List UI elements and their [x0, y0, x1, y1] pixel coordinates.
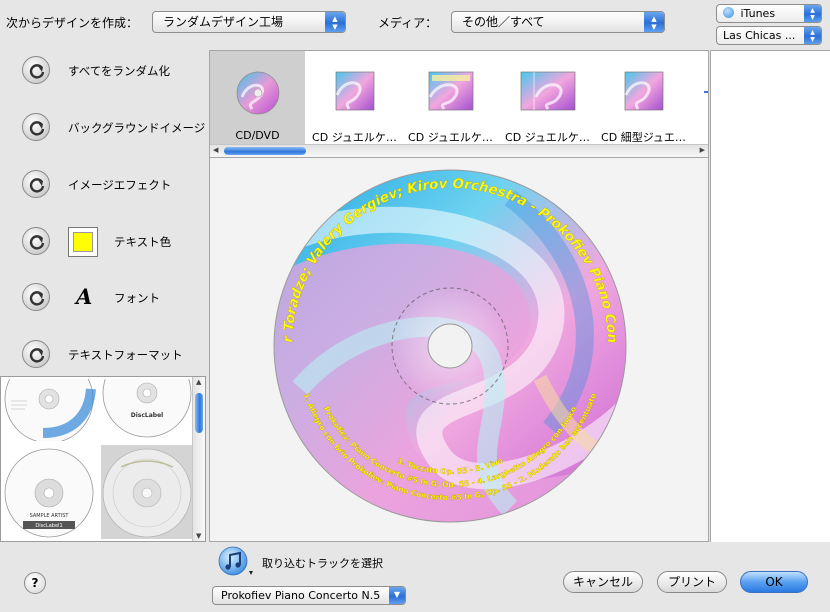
jewel-case-thumbnail-icon: [335, 71, 374, 111]
gallery-item-selected[interactable]: [101, 445, 193, 539]
media-value: その他／すべて: [462, 15, 545, 29]
disc-center-hole: [427, 323, 473, 369]
option-label: バックグラウンドイメージ: [68, 121, 206, 135]
print-button[interactable]: プリント: [657, 571, 727, 593]
playlist-value: Las Chicas ...: [723, 29, 796, 42]
media-label: メディア：: [378, 16, 438, 30]
template-cd-dvd[interactable]: CD/DVD: [210, 51, 305, 146]
refresh-icon: [29, 348, 45, 363]
design-source-value: ランダムデザイン工場: [163, 15, 284, 29]
option-label: テキストフォーマット: [68, 348, 183, 362]
track-select[interactable]: Prokofiev Piano Concerto N.5 ▼: [212, 586, 406, 605]
overflow-indicator: [704, 91, 708, 93]
chevron-down-icon: ▼: [389, 587, 405, 604]
template-caption: CD ジュエルケ…: [505, 131, 590, 144]
template-caption: CD ジュエルケ…: [408, 131, 493, 144]
slim-case-thumbnail-icon: [624, 71, 663, 111]
template-jewel-case-3[interactable]: CD ジュエルケ…: [500, 51, 595, 146]
gallery-disc-thumbnail-icon: SAMPLE ARTIST DiscLabel1: [4, 448, 94, 538]
color-well-fill: [73, 232, 93, 252]
itunes-icon: [723, 7, 734, 18]
refresh-icon: [29, 121, 45, 136]
refresh-icon: [29, 235, 45, 250]
disc-preview[interactable]: Alexander Toradze; Valery Gergiev; Kirov…: [204, 146, 710, 542]
scroll-down-icon[interactable]: ▼: [196, 532, 201, 540]
select-arrows-icon: ▲ ▼: [804, 5, 821, 22]
select-arrows-icon: ▲ ▼: [804, 27, 821, 44]
refresh-icon: [29, 291, 45, 306]
track-list-panel[interactable]: [710, 50, 830, 542]
import-tracks-button[interactable]: [216, 545, 258, 579]
jewel-case-thumbnail-icon: [520, 71, 575, 111]
cancel-button[interactable]: キャンセル: [563, 571, 643, 593]
design-gallery: DiscLabel SAMPLE ARTIST DiscLabel1 ▲ ▼: [0, 376, 206, 542]
text-color-swatch[interactable]: [68, 227, 98, 257]
gallery-item[interactable]: DiscLabel: [101, 379, 193, 441]
template-jewel-case-2[interactable]: CD ジュエルケ…: [403, 51, 498, 146]
gallery-item-caption: SAMPLE ARTIST: [30, 513, 70, 519]
template-caption: CD ジュエルケ…: [312, 131, 397, 144]
playlist-select[interactable]: Las Chicas ... ▲ ▼: [716, 26, 822, 45]
import-tracks-label: 取り込むトラックを選択: [262, 557, 383, 570]
gallery-disc-thumbnail-icon: DiscLabel: [102, 379, 192, 438]
option-label: イメージエフェクト: [68, 178, 172, 192]
itunes-note-icon: [218, 546, 253, 576]
template-caption: CD/DVD: [235, 129, 280, 142]
track-select-value: Prokofiev Piano Concerto N.5: [221, 589, 381, 602]
font-glyph-icon[interactable]: A: [76, 284, 92, 309]
scroll-thumb[interactable]: [224, 147, 306, 155]
gallery-item-caption: DiscLabel1: [35, 523, 62, 529]
disc-thumbnail-icon: [236, 71, 279, 115]
scroll-up-icon[interactable]: ▲: [196, 378, 201, 386]
refresh-icon: [29, 178, 45, 193]
design-source-select[interactable]: ランダムデザイン工場 ▲ ▼: [152, 11, 346, 33]
option-label: すべてをランダム化: [68, 64, 171, 78]
refresh-icon: [29, 64, 45, 79]
scroll-thumb[interactable]: [195, 393, 203, 433]
option-label: フォント: [114, 291, 160, 305]
refresh-button[interactable]: [22, 283, 50, 311]
scroll-right-icon[interactable]: ▶: [700, 146, 705, 154]
template-scrollbar[interactable]: ◀ ▶: [210, 144, 708, 157]
template-strip: CD/DVD CD ジュエルケ… CD ジュエルケ… CD ジュエルケ… CD …: [209, 50, 709, 158]
source-value: iTunes: [740, 7, 776, 20]
source-select[interactable]: iTunes ▲ ▼: [716, 4, 822, 23]
media-select[interactable]: その他／すべて ▲ ▼: [451, 11, 665, 33]
scroll-left-icon[interactable]: ◀: [213, 146, 218, 154]
refresh-button[interactable]: [22, 170, 50, 198]
refresh-button[interactable]: [22, 227, 50, 255]
gallery-disc-thumbnail-icon: [102, 448, 192, 538]
option-label: テキスト色: [114, 235, 172, 249]
jewel-case-thumbnail-icon: [428, 71, 473, 111]
select-arrows-icon: ▲ ▼: [644, 12, 664, 32]
gallery-item[interactable]: SAMPLE ARTIST DiscLabel1: [3, 445, 97, 539]
select-arrows-icon: ▲ ▼: [325, 12, 345, 32]
template-slim-jewel-case[interactable]: CD 細型ジュエ…: [596, 51, 691, 146]
refresh-button[interactable]: [22, 340, 50, 368]
disc-preview-area: Alexander Toradze; Valery Gergiev; Kirov…: [204, 146, 710, 542]
design-source-label: 次からデザインを作成：: [6, 16, 139, 30]
ok-button[interactable]: OK: [740, 571, 808, 593]
template-jewel-case-1[interactable]: CD ジュエルケ…: [307, 51, 402, 146]
gallery-item[interactable]: [3, 379, 97, 441]
gallery-item-caption: DiscLabel: [131, 412, 163, 419]
gallery-disc-thumbnail-icon: [4, 379, 96, 441]
refresh-button[interactable]: [22, 56, 50, 84]
refresh-button[interactable]: [22, 113, 50, 141]
gallery-scrollbar[interactable]: ▲ ▼: [192, 377, 205, 541]
help-button[interactable]: ?: [24, 572, 46, 594]
template-caption: CD 細型ジュエ…: [601, 131, 686, 144]
